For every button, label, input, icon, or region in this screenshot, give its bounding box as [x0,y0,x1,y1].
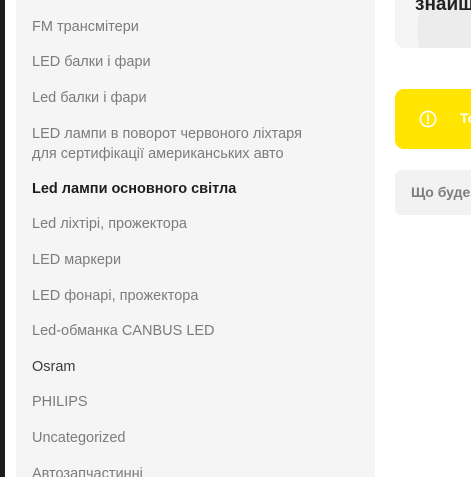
category-item-philips[interactable]: PHILIPS [32,392,88,412]
category-item-auto-parts[interactable]: Автозапчастинні [32,464,143,477]
category-item-uncategorized[interactable]: Uncategorized [32,428,126,448]
category-item-led-bars-2[interactable]: Led балки і фари [32,88,147,108]
category-item-led-turn-lamps-line2: для сертифікації американських авто [32,146,284,162]
category-item-led-bars[interactable]: LED балки і фари [32,52,151,72]
category-item-led-lanterns[interactable]: LED фонарі, прожектора [32,286,198,306]
category-item-led-turn-lamps-line1: LED лампи в поворот червоного ліхтаря [32,126,302,142]
left-edge-bar [0,0,5,477]
notice-banner[interactable]: То [395,89,471,149]
category-item-led-markers[interactable]: LED маркери [32,250,121,270]
search-input[interactable]: Що буде [395,170,471,215]
info-icon [419,110,437,128]
category-item-fm-transmitters[interactable]: FM трансмітери [32,17,139,37]
top-info-card: знайш [395,0,471,48]
category-item-led-flashlights[interactable]: Led ліхтірі, прожектора [32,214,187,234]
card-title: знайш [415,0,471,15]
category-item-led-turn-lamps[interactable]: LED лампи в поворот червоного ліхтаря дл… [32,124,302,164]
search-placeholder: Що буде [411,184,471,200]
category-item-led-canbus[interactable]: Led-обманка CANBUS LED [32,321,215,341]
category-item-osram[interactable]: Osram [32,357,76,377]
category-item-led-main-lamps[interactable]: Led лампи основного світла [32,179,236,199]
category-sidebar: FM трансмітери LED балки і фари Led балк… [16,0,375,477]
notice-text: То [460,110,471,126]
